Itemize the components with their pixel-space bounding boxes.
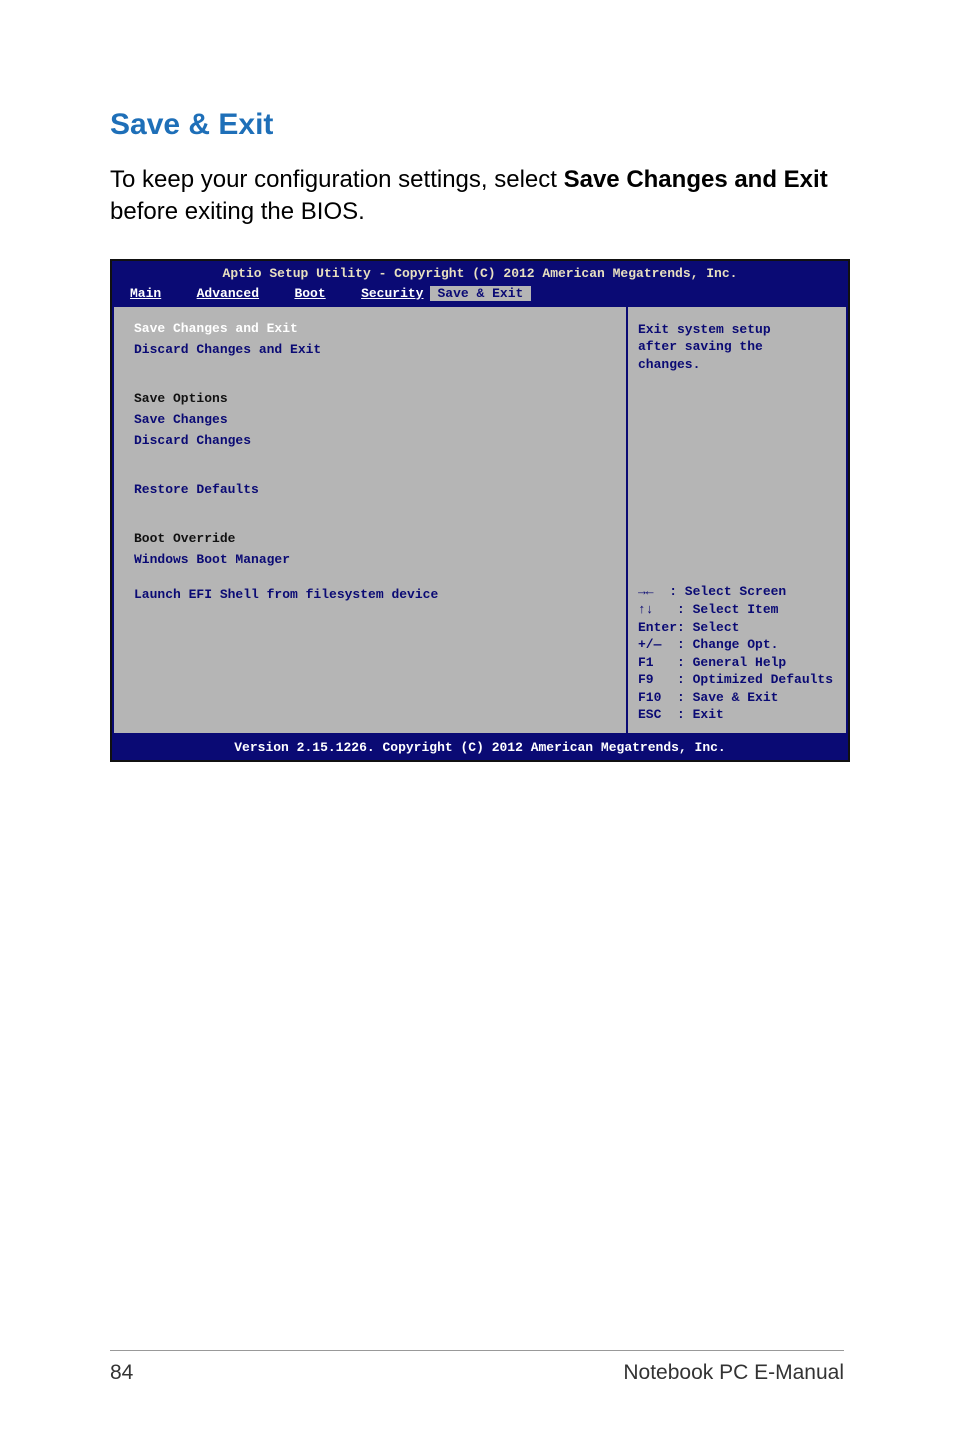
nav-esc: ESC : Exit: [638, 706, 836, 724]
tab-boot[interactable]: Boot: [288, 286, 331, 301]
menu-windows-boot-manager[interactable]: Windows Boot Manager: [134, 552, 606, 567]
help-desc-3: changes.: [638, 356, 836, 374]
intro-paragraph: To keep your configuration settings, sel…: [110, 164, 844, 229]
bios-body: Save Changes and Exit Discard Changes an…: [112, 305, 848, 735]
nav-enter: Enter: Select: [638, 619, 836, 637]
bios-titlebar: Aptio Setup Utility - Copyright (C) 2012…: [112, 261, 848, 286]
nav-f9: F9 : Optimized Defaults: [638, 671, 836, 689]
nav-f1: F1 : General Help: [638, 654, 836, 672]
nav-select-screen: →← : Select Screen: [638, 583, 836, 601]
tab-save-exit[interactable]: Save & Exit: [430, 286, 532, 301]
tab-security[interactable]: Security: [355, 286, 429, 301]
page-number: 84: [110, 1361, 133, 1385]
intro-bold: Save Changes and Exit: [564, 166, 828, 193]
menu-save-changes-exit[interactable]: Save Changes and Exit: [134, 321, 606, 336]
intro-part1: To keep your configuration settings, sel…: [110, 166, 564, 193]
tab-advanced[interactable]: Advanced: [191, 286, 265, 301]
bios-footer: Version 2.15.1226. Copyright (C) 2012 Am…: [112, 735, 848, 760]
bios-window: Aptio Setup Utility - Copyright (C) 2012…: [110, 259, 850, 762]
page-footer: 84 Notebook PC E-Manual: [110, 1350, 844, 1385]
bios-tab-row: Main Advanced Boot Security Save & Exit: [112, 286, 848, 305]
bios-right-panel: Exit system setup after saving the chang…: [628, 305, 848, 735]
menu-discard-changes-exit[interactable]: Discard Changes and Exit: [134, 342, 606, 357]
nav-select-item: ↑↓ : Select Item: [638, 601, 836, 619]
menu-launch-efi[interactable]: Launch EFI Shell from filesystem device: [134, 587, 606, 602]
menu-discard-changes[interactable]: Discard Changes: [134, 433, 606, 448]
nav-f10: F10 : Save & Exit: [638, 689, 836, 707]
tab-main[interactable]: Main: [124, 286, 167, 301]
header-save-options: Save Options: [134, 391, 606, 406]
header-boot-override: Boot Override: [134, 531, 606, 546]
intro-part2: before exiting the BIOS.: [110, 198, 365, 225]
section-heading: Save & Exit: [110, 108, 844, 142]
bios-left-panel: Save Changes and Exit Discard Changes an…: [112, 305, 628, 735]
help-desc-2: after saving the: [638, 338, 836, 356]
menu-restore-defaults[interactable]: Restore Defaults: [134, 482, 606, 497]
nav-change: +/— : Change Opt.: [638, 636, 836, 654]
doc-title: Notebook PC E-Manual: [623, 1361, 844, 1385]
menu-save-changes[interactable]: Save Changes: [134, 412, 606, 427]
help-desc-1: Exit system setup: [638, 321, 836, 339]
